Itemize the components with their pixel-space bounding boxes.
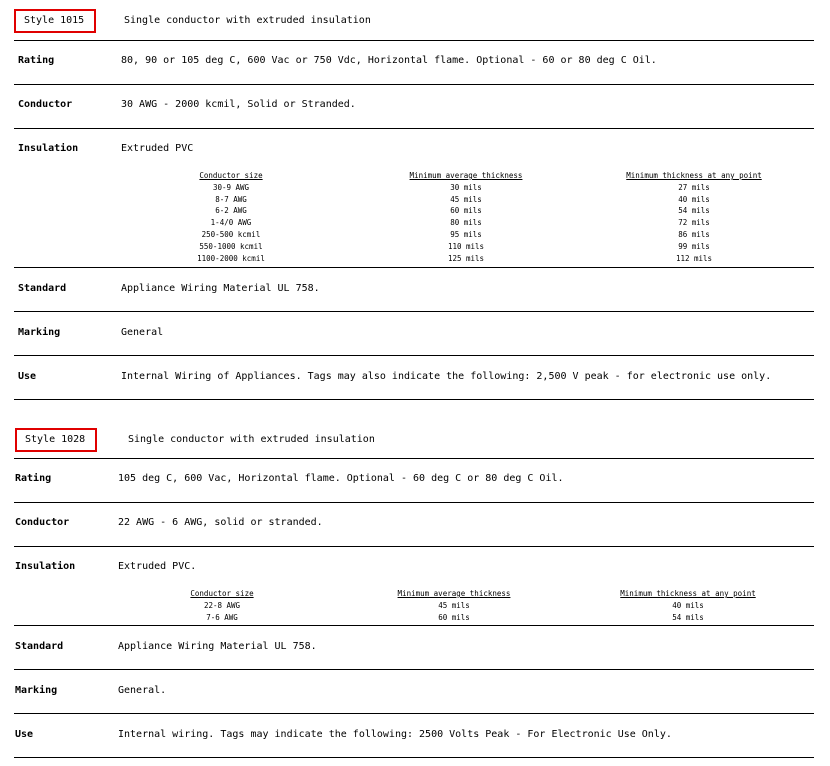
row-value-use: Internal Wiring of Appliances. Tags may …	[121, 371, 772, 382]
row-value-rating: 105 deg C, 600 Vac, Horizontal flame. Op…	[118, 473, 564, 484]
column-header: Conductor size	[199, 171, 263, 180]
divider	[14, 267, 814, 268]
divider	[14, 669, 814, 670]
table-cell: 125 mils	[447, 253, 485, 263]
table-cell: 6-2 AWG	[215, 206, 247, 216]
table-cell: 72 mils	[678, 218, 710, 228]
style-label: Style 1028	[15, 428, 97, 452]
row-label-insulation: Insulation	[18, 143, 79, 154]
style-label: Style 1015	[14, 9, 96, 33]
table-cell: 1100-2000 kcmil	[197, 253, 265, 263]
divider	[14, 502, 814, 503]
column-header: Minimum average thickness	[409, 171, 523, 180]
row-label-standard: Standard	[18, 283, 67, 294]
style-description: Single conductor with extruded insulatio…	[128, 434, 375, 445]
divider	[14, 355, 814, 356]
row-label-conductor: Conductor	[15, 517, 70, 528]
row-value-standard: Appliance Wiring Material UL 758.	[121, 283, 320, 294]
divider	[14, 84, 814, 85]
column-header: Minimum thickness at any point	[620, 589, 756, 598]
divider	[14, 399, 814, 400]
column-header: Conductor size	[190, 589, 254, 598]
divider	[14, 546, 814, 547]
row-label-marking: Marking	[18, 327, 61, 338]
row-value-insulation: Extruded PVC	[121, 143, 194, 154]
column-min-thickness-any-point: Minimum thickness at any point 40 mils 5…	[588, 588, 788, 623]
table-cell: 45 mils	[438, 600, 470, 610]
divider	[14, 625, 814, 626]
divider	[14, 757, 814, 758]
column-conductor-size: Conductor size 30-9 AWG 8-7 AWG 6-2 AWG …	[161, 170, 301, 264]
row-value-use: Internal wiring. Tags may indicate the f…	[118, 729, 672, 740]
table-cell: 550-1000 kcmil	[199, 241, 263, 251]
table-cell: 45 mils	[450, 194, 482, 204]
table-cell: 112 mils	[675, 253, 713, 263]
row-label-rating: Rating	[18, 55, 55, 66]
row-value-rating: 80, 90 or 105 deg C, 600 Vac or 750 Vdc,…	[121, 55, 657, 66]
row-label-use: Use	[15, 729, 34, 740]
table-cell: 99 mils	[678, 241, 710, 251]
column-conductor-size: Conductor size 22-8 AWG 7-6 AWG	[152, 588, 292, 623]
table-cell: 30-9 AWG	[212, 182, 250, 192]
row-label-marking: Marking	[15, 685, 58, 696]
column-header: Minimum average thickness	[397, 589, 511, 598]
column-min-thickness-any-point: Minimum thickness at any point 27 mils 4…	[594, 170, 794, 264]
table-cell: 60 mils	[438, 612, 470, 622]
table-cell: 7-6 AWG	[206, 612, 238, 622]
row-value-conductor: 22 AWG - 6 AWG, solid or stranded.	[118, 517, 323, 528]
row-value-marking: General.	[118, 685, 167, 696]
table-cell: 22-8 AWG	[203, 600, 241, 610]
row-value-standard: Appliance Wiring Material UL 758.	[118, 641, 317, 652]
table-cell: 250-500 kcmil	[201, 229, 261, 239]
table-cell: 86 mils	[678, 229, 710, 239]
table-cell: 8-7 AWG	[215, 194, 247, 204]
column-header: Minimum thickness at any point	[626, 171, 762, 180]
style-description: Single conductor with extruded insulatio…	[124, 15, 371, 26]
row-label-use: Use	[18, 371, 37, 382]
row-value-marking: General	[121, 327, 164, 338]
row-value-conductor: 30 AWG - 2000 kcmil, Solid or Stranded.	[121, 99, 356, 110]
table-cell: 54 mils	[678, 206, 710, 216]
row-label-conductor: Conductor	[18, 99, 73, 110]
divider	[14, 128, 814, 129]
divider	[14, 713, 814, 714]
table-cell: 95 mils	[450, 229, 482, 239]
row-label-standard: Standard	[15, 641, 64, 652]
table-cell: 54 mils	[672, 612, 704, 622]
table-cell: 1-4/0 AWG	[210, 218, 252, 228]
table-cell: 30 mils	[450, 182, 482, 192]
table-cell: 27 mils	[678, 182, 710, 192]
divider	[14, 458, 814, 459]
table-cell: 40 mils	[672, 600, 704, 610]
row-label-rating: Rating	[15, 473, 52, 484]
table-cell: 110 mils	[447, 241, 485, 251]
row-label-insulation: Insulation	[15, 561, 76, 572]
column-min-average-thickness: Minimum average thickness 30 mils 45 mil…	[376, 170, 556, 264]
table-cell: 60 mils	[450, 206, 482, 216]
table-cell: 80 mils	[450, 218, 482, 228]
row-value-insulation: Extruded PVC.	[118, 561, 197, 572]
divider	[14, 40, 814, 41]
divider	[14, 311, 814, 312]
column-min-average-thickness: Minimum average thickness 45 mils 60 mil…	[364, 588, 544, 623]
table-cell: 40 mils	[678, 194, 710, 204]
